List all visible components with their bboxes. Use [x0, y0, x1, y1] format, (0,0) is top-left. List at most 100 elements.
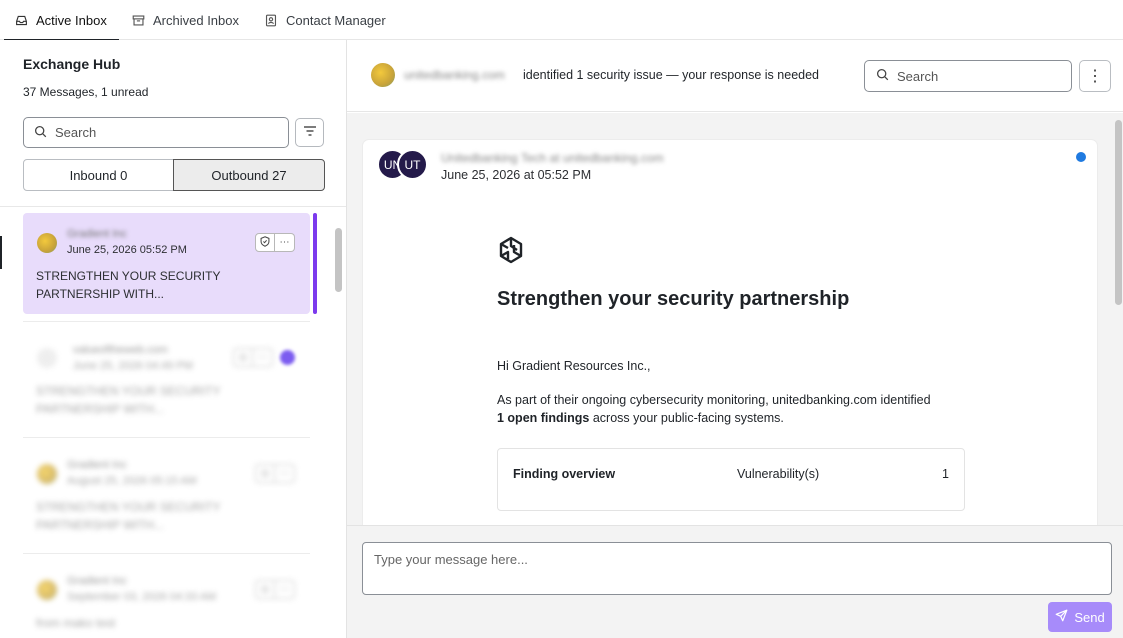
list-scrollbar[interactable]	[335, 228, 342, 292]
outbound-toggle[interactable]: Outbound 27	[173, 159, 325, 191]
sidebar-search-input[interactable]	[55, 125, 265, 140]
conversation-panel: unitedbanking.com identified 1 security …	[347, 40, 1123, 638]
shield-button[interactable]: ◇	[255, 580, 275, 599]
search-icon	[876, 68, 889, 84]
findings-title: Finding overview	[513, 467, 616, 481]
message-actions: ◇ ⋯	[233, 348, 273, 367]
message-subject: from mako test	[36, 616, 116, 630]
email-card: UN UT Unitedbanking Tech at unitedbankin…	[363, 140, 1097, 526]
more-options-button[interactable]: ⋯	[275, 580, 295, 599]
message-item[interactable]: Gradient Inc September 03, 2026 04:33 AM…	[23, 560, 310, 638]
sender-avatar	[37, 464, 57, 484]
message-actions: ⋯	[255, 233, 295, 252]
body-text: As part of their ongoing cybersecurity m…	[497, 393, 931, 407]
message-sender: valueoftheweb.com	[73, 344, 168, 356]
findings-count: 1	[942, 467, 949, 481]
sidebar-search[interactable]	[23, 117, 289, 148]
shield-icon	[260, 235, 270, 250]
message-date: June 25, 2026 05:52 PM	[67, 244, 187, 256]
top-tab-bar: Active Inbox Archived Inbox Contact Mana…	[0, 0, 1123, 41]
email-body: As part of their ongoing cybersecurity m…	[497, 391, 937, 427]
sender-avatar	[37, 348, 57, 368]
message-item[interactable]: Gradient Inc August 25, 2026 05:15 AM ST…	[23, 444, 310, 554]
shield-icon: ◇	[261, 468, 269, 479]
email-sender: Unitedbanking Tech at unitedbanking.com	[441, 151, 664, 165]
message-count: 37 Messages, 1 unread	[23, 85, 149, 99]
tab-label: Active Inbox	[36, 12, 107, 28]
body-highlight: 1 open findings	[497, 411, 590, 425]
message-date: September 03, 2026 04:33 AM	[67, 591, 217, 603]
shield-icon: ◇	[261, 584, 269, 595]
send-label: Send	[1074, 609, 1105, 625]
inbound-toggle[interactable]: Inbound 0	[23, 159, 174, 191]
message-sender: Gradient Inc	[67, 575, 127, 587]
message-input[interactable]	[363, 543, 1111, 594]
shield-button[interactable]	[255, 233, 275, 252]
sender-avatar	[37, 580, 57, 600]
email-date: June 25, 2026 at 05:52 PM	[441, 168, 592, 182]
archive-icon	[131, 13, 145, 27]
ellipsis-icon: ⋯	[279, 584, 290, 595]
kebab-icon: ⋮	[1087, 68, 1103, 85]
more-options-button[interactable]: ⋯	[253, 348, 273, 367]
left-edge-indicator	[0, 236, 2, 269]
tab-archived-inbox[interactable]: Archived Inbox	[131, 0, 239, 40]
sender-avatar	[37, 233, 57, 253]
composer-area: Send	[347, 525, 1123, 638]
org-avatar	[371, 63, 395, 87]
tab-active-inbox[interactable]: Active Inbox	[4, 0, 119, 41]
tab-label: Archived Inbox	[153, 12, 239, 28]
header-domain: unitedbanking.com	[404, 68, 505, 82]
conversation-search-input[interactable]	[897, 68, 1057, 84]
message-date: June 25, 2026 04:49 PM	[73, 360, 193, 372]
participant-avatars: UN UT	[377, 149, 437, 180]
conversation-search[interactable]	[864, 60, 1072, 92]
ellipsis-icon: ⋯	[279, 237, 290, 248]
conversation-header: unitedbanking.com identified 1 security …	[347, 40, 1123, 112]
unread-dot	[1076, 152, 1086, 162]
header-title: identified 1 security issue — your respo…	[523, 68, 819, 82]
send-icon	[1055, 609, 1068, 625]
message-item[interactable]: valueoftheweb.com June 25, 2026 04:49 PM…	[23, 328, 310, 438]
ellipsis-icon: ⋯	[279, 468, 290, 479]
message-sender: Gradient Inc	[67, 459, 127, 471]
shield-icon: ◇	[239, 352, 247, 363]
filter-button[interactable]	[295, 118, 324, 147]
message-composer[interactable]	[362, 542, 1112, 595]
more-options-button[interactable]: ⋯	[275, 464, 295, 483]
message-subject: STRENGTHEN YOUR SECURITY PARTNERSHIP WIT…	[36, 384, 221, 416]
body-text: across your public-facing systems.	[589, 411, 784, 425]
more-menu-button[interactable]: ⋮	[1079, 60, 1111, 92]
thread-scrollbar[interactable]	[1115, 120, 1122, 305]
message-date: August 25, 2026 05:15 AM	[67, 475, 197, 487]
message-sender: Gradient Inc	[67, 228, 127, 240]
shield-button[interactable]: ◇	[255, 464, 275, 483]
shield-button[interactable]: ◇	[233, 348, 253, 367]
email-greeting: Hi Gradient Resources Inc.,	[497, 359, 651, 373]
contact-card-icon	[264, 13, 278, 27]
more-options-button[interactable]: ⋯	[275, 233, 295, 252]
email-title: Strengthen your security partnership	[497, 288, 850, 310]
send-button[interactable]: Send	[1048, 602, 1112, 632]
search-icon	[34, 125, 47, 141]
message-subject: STRENGTHEN YOUR SECURITY PARTNERSHIP WIT…	[36, 269, 221, 301]
unread-indicator	[280, 350, 295, 365]
message-item[interactable]: Gradient Inc June 25, 2026 05:52 PM STRE…	[23, 213, 310, 314]
row-divider	[23, 553, 310, 554]
tab-label: Contact Manager	[286, 12, 386, 28]
brand-logo-icon	[497, 236, 525, 264]
filter-icon	[303, 125, 317, 140]
message-actions: ◇ ⋯	[255, 464, 295, 483]
tab-contact-manager[interactable]: Contact Manager	[264, 0, 386, 40]
message-list-panel: Exchange Hub 37 Messages, 1 unread Inbou…	[0, 40, 347, 638]
avatar: UT	[397, 149, 428, 180]
sidebar-title: Exchange Hub	[23, 56, 121, 72]
findings-label: Vulnerability(s)	[737, 467, 820, 481]
row-divider	[23, 321, 310, 322]
message-subject: STRENGTHEN YOUR SECURITY PARTNERSHIP WIT…	[36, 500, 221, 532]
list-divider	[0, 206, 346, 207]
row-divider	[23, 437, 310, 438]
ellipsis-icon: ⋯	[257, 352, 268, 363]
message-actions: ◇ ⋯	[255, 580, 295, 599]
selected-indicator	[313, 213, 317, 314]
